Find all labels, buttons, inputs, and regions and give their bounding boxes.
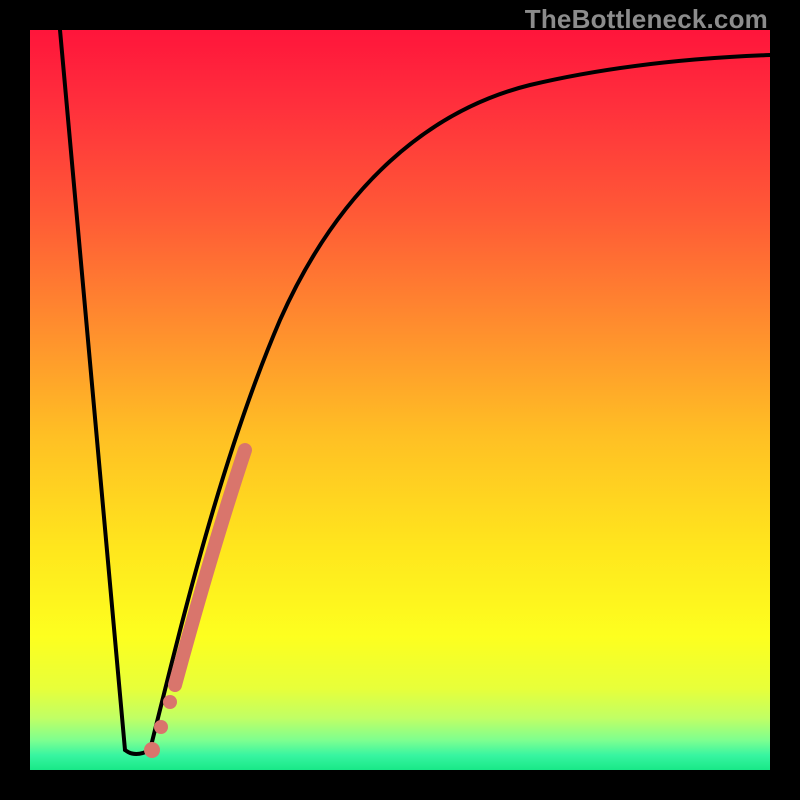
highlight-dot: [144, 742, 160, 758]
plot-area: [30, 30, 770, 770]
highlight-dot: [154, 720, 168, 734]
highlight-dot: [163, 695, 177, 709]
chart-frame: TheBottleneck.com: [0, 0, 800, 800]
curve-left-branch: [60, 30, 125, 750]
highlight-segment: [175, 450, 245, 685]
curve-layer: [30, 30, 770, 770]
curve-right-branch: [150, 55, 770, 750]
